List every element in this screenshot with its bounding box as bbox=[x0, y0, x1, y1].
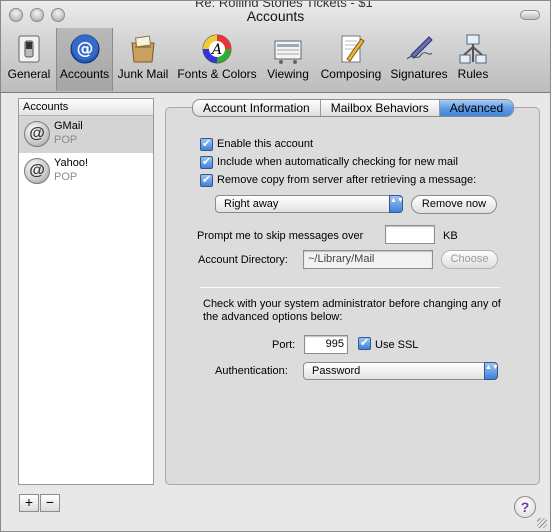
toolbar-label-fonts-colors: Fonts & Colors bbox=[177, 67, 257, 81]
color-wheel-icon: A bbox=[202, 34, 232, 64]
account-type: POP bbox=[54, 134, 78, 146]
account-name: Yahoo! bbox=[54, 157, 89, 169]
at-sign-icon: @ bbox=[70, 34, 99, 64]
accounts-list: Accounts @ GMail POP @ Yahoo! POP bbox=[18, 98, 154, 485]
account-type: POP bbox=[54, 171, 78, 183]
skip-size-field[interactable] bbox=[385, 225, 435, 244]
toolbar-label-composing: Composing bbox=[320, 67, 382, 81]
remove-when-popup[interactable]: Right away ▲▼ bbox=[215, 195, 404, 213]
tab-mailbox-behaviors[interactable]: Mailbox Behaviors bbox=[321, 100, 440, 116]
help-button[interactable]: ? bbox=[514, 496, 536, 518]
toolbar-rules[interactable]: Rules bbox=[453, 28, 493, 91]
toolbar-label-accounts: Accounts bbox=[59, 67, 110, 81]
switch-icon bbox=[18, 35, 40, 63]
toolbar-composing[interactable]: Composing bbox=[316, 28, 386, 91]
account-item-yahoo[interactable]: @ Yahoo! POP bbox=[19, 153, 153, 190]
account-name: GMail bbox=[54, 120, 83, 132]
junk-mail-icon bbox=[131, 35, 155, 63]
resize-grip-icon[interactable] bbox=[537, 518, 547, 528]
background-window-title: Re: Rolling Stones Tickets - $1 bbox=[195, 1, 395, 7]
toolbar-viewing[interactable]: Viewing bbox=[263, 28, 313, 91]
toolbar-accounts[interactable]: @ Accounts bbox=[56, 28, 113, 91]
admin-note: Check with your system administrator bef… bbox=[203, 298, 501, 323]
rules-icon bbox=[459, 34, 487, 64]
authentication-label: Authentication: bbox=[215, 365, 288, 377]
title-bar: Re: Rolling Stones Tickets - $1 Accounts… bbox=[1, 1, 550, 93]
toolbar-label-signatures: Signatures bbox=[390, 67, 448, 81]
toolbar-label-junk-mail: Junk Mail bbox=[117, 67, 169, 81]
include-checking-label: Include when automatically checking for … bbox=[217, 156, 458, 168]
remove-account-button[interactable]: − bbox=[40, 494, 60, 512]
popup-arrows-icon: ▲▼ bbox=[484, 362, 499, 380]
separator bbox=[200, 287, 500, 288]
use-ssl-checkbox[interactable]: ✔ bbox=[358, 337, 371, 350]
skip-messages-label: Prompt me to skip messages over bbox=[197, 230, 364, 242]
remove-copy-label: Remove copy from server after retrieving… bbox=[217, 174, 477, 186]
port-field[interactable]: 995 bbox=[304, 335, 348, 354]
toolbar-signatures[interactable]: Signatures bbox=[388, 28, 450, 91]
tab-bar: Account Information Mailbox Behaviors Ad… bbox=[192, 99, 515, 117]
tab-advanced[interactable]: Advanced bbox=[439, 100, 514, 116]
toolbar-fonts-colors[interactable]: A Fonts & Colors bbox=[175, 28, 259, 91]
enable-account-label: Enable this account bbox=[217, 138, 314, 150]
toolbar-toggle-button[interactable] bbox=[520, 10, 540, 20]
skip-size-unit: KB bbox=[443, 230, 458, 242]
account-item-gmail[interactable]: @ GMail POP bbox=[19, 116, 153, 153]
authentication-popup[interactable]: Password ▲▼ bbox=[303, 362, 499, 380]
enable-account-checkbox[interactable]: ✔ bbox=[200, 138, 213, 151]
preferences-window: Re: Rolling Stones Tickets - $1 Accounts… bbox=[0, 0, 551, 532]
remove-copy-checkbox[interactable]: ✔ bbox=[200, 174, 213, 187]
signature-pen-icon bbox=[406, 36, 433, 60]
popup-arrows-icon: ▲▼ bbox=[389, 195, 404, 213]
include-checking-checkbox[interactable]: ✔ bbox=[200, 156, 213, 169]
window-title: Accounts bbox=[246, 8, 305, 24]
svg-text:A: A bbox=[210, 42, 222, 58]
choose-directory-button[interactable]: Choose bbox=[441, 250, 498, 269]
at-sign-icon: @ bbox=[24, 158, 50, 184]
remove-when-value: Right away bbox=[224, 198, 279, 210]
account-directory-label: Account Directory: bbox=[198, 254, 288, 266]
accounts-list-header: Accounts bbox=[19, 99, 153, 116]
add-account-button[interactable]: + bbox=[19, 494, 39, 512]
toolbar-label-general: General bbox=[7, 67, 51, 81]
toolbar-general[interactable]: General bbox=[5, 28, 53, 91]
pencil-paper-icon bbox=[341, 35, 365, 63]
svg-text:@: @ bbox=[76, 39, 93, 59]
remove-now-button[interactable]: Remove now bbox=[411, 195, 497, 214]
toolbar-label-rules: Rules bbox=[457, 67, 489, 81]
port-label: Port: bbox=[272, 339, 296, 351]
toolbar-junk-mail[interactable]: Junk Mail bbox=[116, 28, 170, 91]
at-sign-icon: @ bbox=[24, 121, 50, 147]
toolbar-label-viewing: Viewing bbox=[267, 67, 309, 81]
use-ssl-label: Use SSL bbox=[375, 339, 419, 351]
tab-account-information[interactable]: Account Information bbox=[193, 100, 321, 116]
viewing-icon bbox=[274, 40, 302, 64]
account-directory-field[interactable]: ~/Library/Mail bbox=[303, 250, 433, 269]
authentication-value: Password bbox=[312, 365, 361, 377]
